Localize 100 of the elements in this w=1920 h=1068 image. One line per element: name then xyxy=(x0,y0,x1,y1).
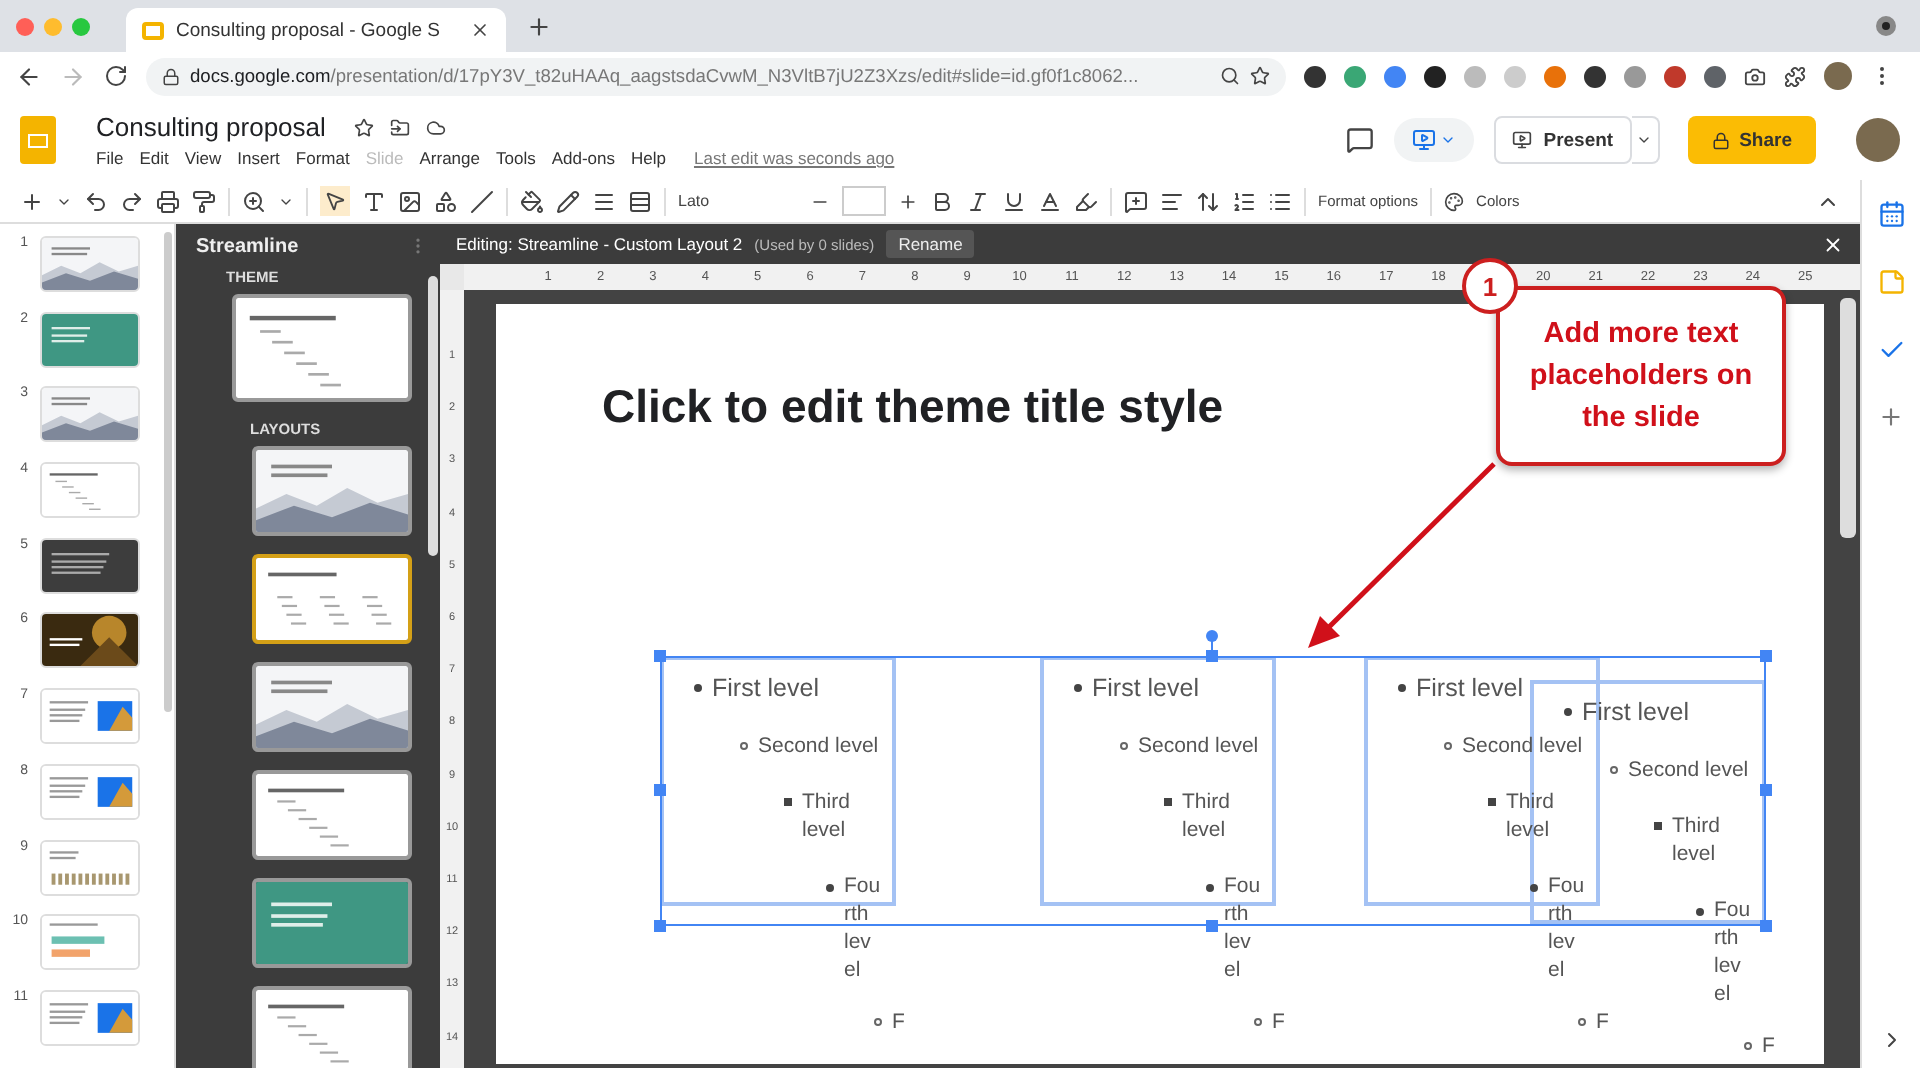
slide-thumbnail[interactable] xyxy=(40,462,140,519)
zoom-icon[interactable] xyxy=(242,189,266,213)
back-icon[interactable] xyxy=(16,63,42,89)
image-icon[interactable] xyxy=(398,189,422,213)
extension-icon[interactable] xyxy=(1704,65,1726,87)
resize-handle[interactable] xyxy=(654,920,666,932)
rename-button[interactable]: Rename xyxy=(886,230,975,258)
layout-thumbnail[interactable] xyxy=(252,554,412,644)
resize-handle[interactable] xyxy=(1760,784,1772,796)
slide-thumbnail[interactable] xyxy=(40,537,140,594)
puzzle-icon[interactable] xyxy=(1784,65,1806,87)
calendar-icon[interactable] xyxy=(1877,200,1905,228)
undo-icon[interactable] xyxy=(84,189,108,213)
scrollbar[interactable] xyxy=(1840,298,1856,538)
layout-thumbnail[interactable] xyxy=(252,662,412,752)
resize-handle[interactable] xyxy=(1760,650,1772,662)
close-icon[interactable] xyxy=(1822,233,1844,255)
avatar[interactable] xyxy=(1856,118,1900,162)
new-slide-icon[interactable] xyxy=(20,189,44,213)
present-button[interactable]: Present xyxy=(1493,116,1632,164)
select-icon[interactable] xyxy=(324,190,346,212)
slide-thumbnail[interactable] xyxy=(40,688,140,745)
italic-icon[interactable] xyxy=(966,189,990,213)
slide-thumbnail[interactable] xyxy=(40,311,140,368)
menu-item[interactable]: Edit xyxy=(139,148,169,168)
scrollbar[interactable] xyxy=(428,276,438,556)
resize-handle[interactable] xyxy=(654,650,666,662)
slide-thumbnail[interactable] xyxy=(40,236,140,292)
menu-item[interactable]: View xyxy=(184,148,222,168)
resize-handle[interactable] xyxy=(1760,920,1772,932)
layout-thumbnail[interactable] xyxy=(252,446,412,536)
slides-icon xyxy=(142,21,164,39)
plus-icon[interactable] xyxy=(1878,404,1904,430)
layout-thumbnail[interactable] xyxy=(252,770,412,860)
document-title[interactable]: Consulting proposal xyxy=(96,112,326,142)
comment-icon[interactable] xyxy=(1345,126,1374,154)
layout-thumbnail[interactable] xyxy=(252,878,412,968)
redo-icon[interactable] xyxy=(120,189,144,213)
plus-icon[interactable] xyxy=(898,191,918,211)
print-icon[interactable] xyxy=(156,189,180,213)
slide-thumbnail[interactable] xyxy=(40,839,140,895)
align-icon[interactable] xyxy=(1160,189,1184,213)
extension-icon[interactable] xyxy=(1424,65,1446,87)
bullet-text: First level xyxy=(1582,696,1689,728)
border-weight-icon[interactable] xyxy=(592,189,616,213)
avatar[interactable] xyxy=(1824,62,1852,90)
highlight-icon[interactable] xyxy=(1074,189,1098,213)
font-size-field[interactable] xyxy=(842,186,886,216)
line-spacing-icon[interactable] xyxy=(1196,189,1220,213)
menu-item[interactable]: Format xyxy=(295,148,350,168)
profile-icon[interactable] xyxy=(1876,16,1896,36)
star-icon[interactable] xyxy=(1250,66,1270,86)
camera-icon[interactable] xyxy=(1744,65,1766,87)
font-select[interactable]: Lato xyxy=(678,192,798,210)
line-icon[interactable] xyxy=(470,189,494,213)
shapes-icon[interactable] xyxy=(434,189,458,213)
browser-tab[interactable]: Consulting proposal - Google S xyxy=(126,8,506,52)
cloud-icon[interactable] xyxy=(425,117,446,137)
text-box-icon[interactable] xyxy=(362,189,386,213)
scrollbar[interactable] xyxy=(164,232,172,712)
close-icon[interactable] xyxy=(470,20,490,40)
add-comment-icon[interactable] xyxy=(1124,189,1148,213)
slide-thumbnail[interactable] xyxy=(40,989,140,1046)
menu-item[interactable]: Arrange xyxy=(419,148,480,168)
text-color-icon[interactable] xyxy=(1038,189,1062,213)
theme-thumbnail[interactable] xyxy=(232,294,412,402)
menu-item[interactable]: Help xyxy=(631,148,666,168)
layout-thumbnail[interactable] xyxy=(252,986,412,1068)
slide-thumbnail[interactable] xyxy=(40,612,140,669)
share-button[interactable]: Share xyxy=(1687,116,1816,164)
last-edit-link[interactable]: Last edit was seconds ago xyxy=(693,148,895,168)
address-field[interactable]: docs.google.com/presentation/d/17pY3V_t82uHAAq_aagstsdaCvwM_N3VltB7jU2Z3Xzs/edit#slide=id.gf0f1c8062... xyxy=(146,57,1286,95)
resize-handle[interactable] xyxy=(1206,920,1218,932)
star-icon[interactable] xyxy=(353,117,374,137)
slide-thumbnail[interactable] xyxy=(40,914,140,971)
border-color-icon[interactable] xyxy=(556,189,580,213)
extension-icon[interactable] xyxy=(1304,65,1326,87)
fill-color-icon[interactable] xyxy=(520,189,544,213)
paint-format-icon[interactable] xyxy=(192,189,216,213)
underline-icon[interactable] xyxy=(1002,189,1026,213)
palette-icon[interactable] xyxy=(1444,191,1465,211)
search-icon[interactable] xyxy=(1220,66,1240,86)
folder-icon[interactable] xyxy=(389,117,410,137)
slide-thumbnail[interactable] xyxy=(40,763,140,820)
border-dash-icon[interactable] xyxy=(628,189,652,213)
menu-item[interactable]: File xyxy=(96,148,124,168)
menu-item[interactable]: Tools xyxy=(495,148,536,168)
new-tab-icon[interactable] xyxy=(526,13,552,39)
slide-title[interactable]: Click to edit theme title style xyxy=(602,380,1224,434)
bold-icon[interactable] xyxy=(930,189,954,213)
reload-icon[interactable] xyxy=(104,64,128,88)
menu-item[interactable]: Add-ons xyxy=(551,148,615,168)
numbered-list-icon[interactable] xyxy=(1232,189,1256,213)
slide-thumbnail[interactable] xyxy=(40,386,140,443)
extension-icon[interactable] xyxy=(1584,65,1606,87)
menu-item[interactable]: Insert xyxy=(237,148,280,168)
caret-icon xyxy=(1439,132,1456,148)
resize-handle[interactable] xyxy=(654,784,666,796)
slideshow-button[interactable] xyxy=(1393,118,1474,162)
placeholder-frame[interactable] xyxy=(1040,656,1276,906)
